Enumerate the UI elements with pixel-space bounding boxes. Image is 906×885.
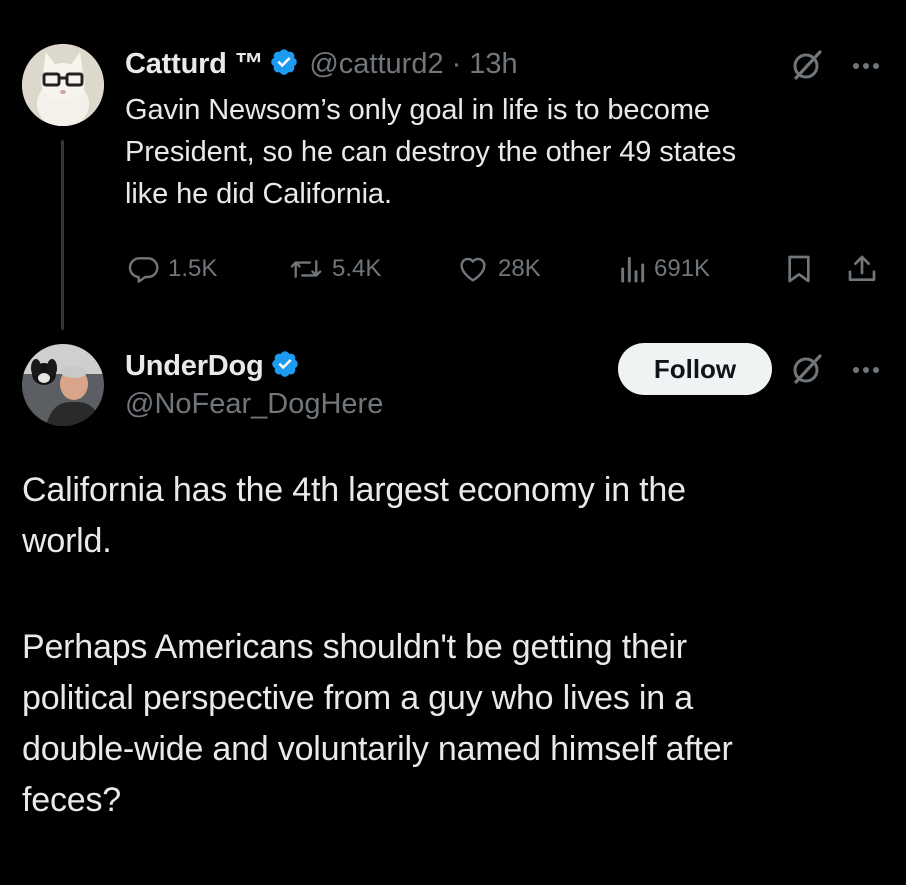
follow-button[interactable]: Follow — [618, 343, 772, 395]
reply-paragraph-2: Perhaps Americans shouldn't be getting t… — [22, 622, 882, 826]
reply-text-line: political perspective from a guy who liv… — [22, 679, 693, 717]
tweet-author-handle[interactable]: @catturd2 — [309, 48, 443, 81]
share-icon — [846, 253, 886, 285]
like-icon — [456, 253, 498, 285]
grok-icon[interactable] — [790, 352, 824, 386]
reply-text-line: feces? — [22, 781, 121, 819]
verified-badge-icon — [269, 47, 299, 82]
repost-icon — [288, 253, 332, 285]
tweet-text-line: like he did California. — [125, 178, 392, 210]
like-action[interactable]: 28K — [456, 252, 541, 286]
reply-icon — [128, 253, 168, 285]
reply-action[interactable]: 1.5K — [128, 252, 217, 286]
like-count: 28K — [498, 255, 541, 282]
reply-author-name[interactable]: UnderDog — [125, 350, 264, 383]
views-icon — [618, 253, 654, 285]
tweet-author-name[interactable]: Catturd ™ — [125, 48, 264, 81]
share-action[interactable] — [846, 252, 886, 286]
tweet-text-line: President, so he can destroy the other 4… — [125, 136, 737, 168]
repost-count: 5.4K — [332, 255, 382, 282]
reply-count: 1.5K — [168, 255, 218, 282]
tweet-text-line: Gavin Newsom’s only goal in life is to b… — [125, 94, 710, 126]
reply-text-line: California has the 4th largest economy i… — [22, 471, 686, 509]
bookmark-action[interactable] — [784, 252, 822, 286]
catturd-avatar[interactable] — [22, 44, 104, 126]
reply-text-line: world. — [22, 522, 112, 560]
more-icon[interactable] — [848, 56, 884, 76]
reply-author-handle[interactable]: @NoFear_DogHere — [125, 388, 383, 421]
reply-header: UnderDog — [125, 346, 300, 386]
reply-text-line: Perhaps Americans shouldn't be getting t… — [22, 628, 687, 666]
grok-icon[interactable] — [790, 48, 824, 82]
views-action[interactable]: 691K — [618, 252, 710, 286]
verified-badge-icon — [270, 349, 300, 384]
thread-connector-line — [61, 140, 64, 330]
underdog-avatar[interactable] — [22, 344, 104, 426]
tweet-time-separator: · — [451, 47, 462, 80]
repost-action[interactable]: 5.4K — [288, 252, 381, 286]
reply-text-line: double-wide and voluntarily named himsel… — [22, 730, 733, 768]
tweet-text: Gavin Newsom’s only goal in life is to b… — [125, 89, 885, 215]
bookmark-icon — [784, 253, 822, 285]
views-count: 691K — [654, 255, 711, 282]
more-icon[interactable] — [848, 360, 884, 380]
tweet-header: Catturd ™ @catturd2 · 13h — [125, 44, 518, 84]
tweet-timestamp[interactable]: 13h — [469, 48, 517, 81]
reply-paragraph-1: California has the 4th largest economy i… — [22, 465, 882, 567]
